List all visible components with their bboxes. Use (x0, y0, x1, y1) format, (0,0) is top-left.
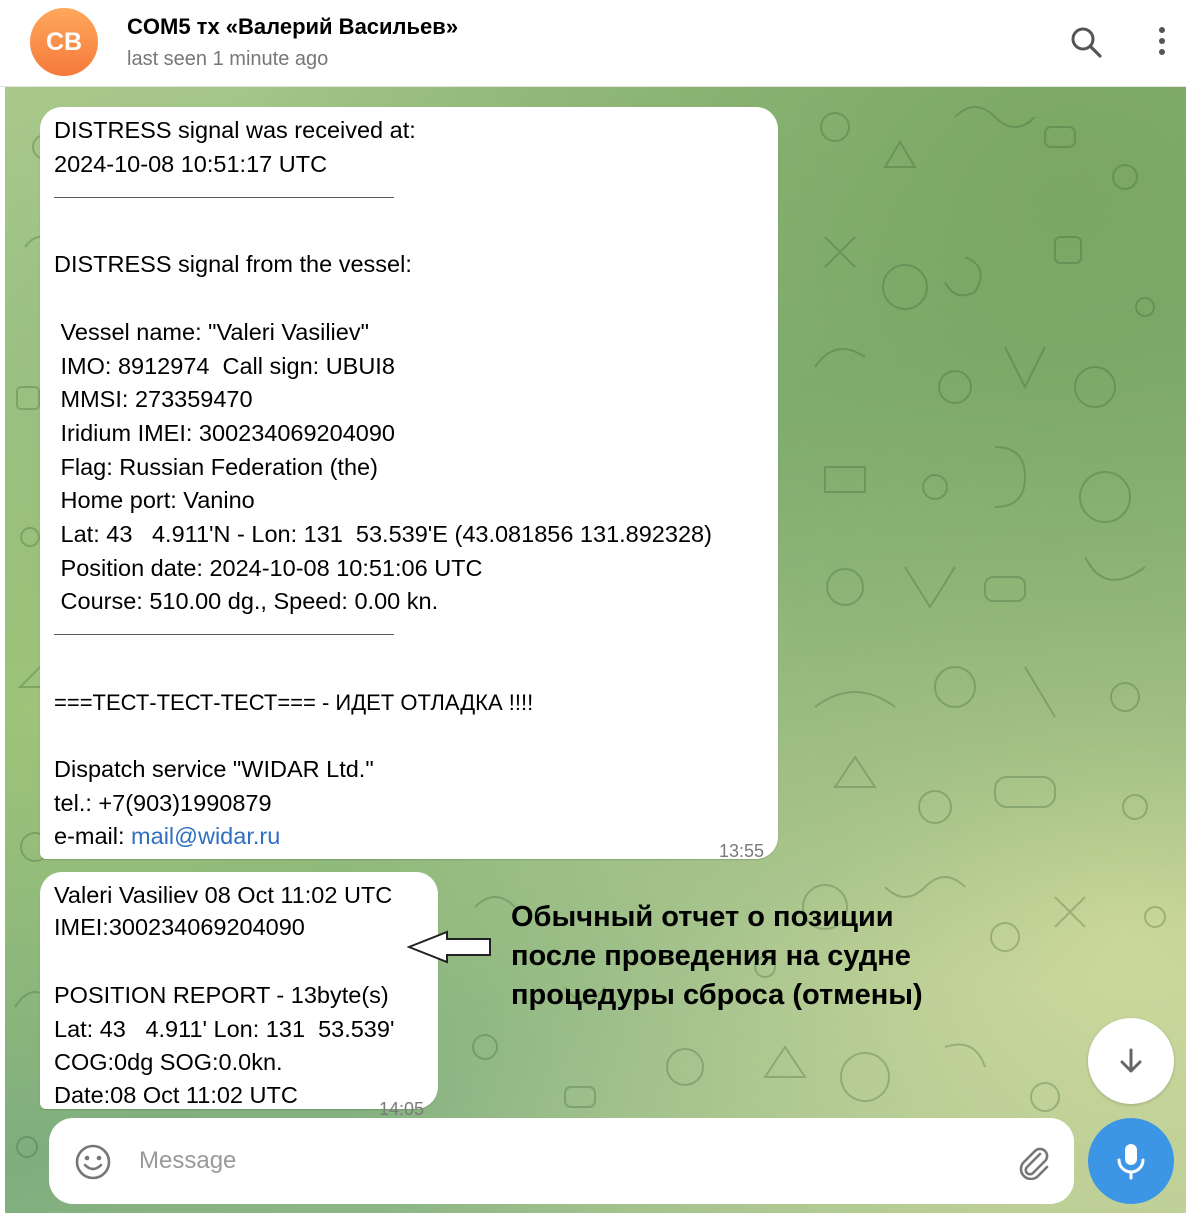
email-link[interactable]: mail@widar.ru (131, 823, 280, 849)
more-vertical-icon[interactable] (1152, 24, 1172, 65)
annotation-line: после проведения на судне (511, 940, 911, 972)
left-arrow-icon (407, 930, 491, 964)
separator-line (54, 197, 394, 199)
message-bubble[interactable]: Valeri Vasiliev 08 Oct 11:02 UTC IMEI:30… (40, 872, 438, 1119)
emoji-icon[interactable] (74, 1143, 112, 1186)
message-line: POSITION REPORT - 13byte(s) (54, 982, 389, 1008)
annotation-text: Обычный отчет о позиции после проведения… (511, 898, 923, 1015)
separator-line (54, 634, 394, 636)
message-line: Course: 510.00 dg., Speed: 0.00 kn. (54, 588, 439, 614)
paperclip-icon[interactable] (1016, 1144, 1050, 1185)
last-seen-status: last seen 1 minute ago (127, 48, 329, 70)
message-line: DISTRESS signal from the vessel: (54, 251, 412, 277)
message-line: Lat: 43 4.911'N - Lon: 131 53.539'E (43.… (54, 521, 712, 547)
message-line: MMSI: 273359470 (54, 386, 253, 412)
message-line: Valeri Vasiliev 08 Oct 11:02 UTC (54, 882, 393, 908)
avatar[interactable]: СВ (30, 8, 98, 76)
chat-title[interactable]: COM5 тх «Валерий Васильев» (127, 14, 458, 40)
voice-record-button[interactable] (1088, 1118, 1174, 1204)
message-line: Lat: 43 4.911' Lon: 131 53.539' (54, 1016, 395, 1042)
message-line: e-mail: mail@widar.ru (54, 820, 280, 854)
message-line: IMEI:300234069204090 (54, 914, 305, 940)
message-line: tel.: +7(903)1990879 (54, 790, 272, 816)
email-label: e-mail: (54, 823, 132, 849)
scroll-down-button[interactable] (1088, 1018, 1174, 1104)
message-line: Vessel name: "Valeri Vasiliev" (54, 319, 369, 345)
message-time: 13:55 (719, 841, 765, 861)
arrow-down-icon (1120, 1048, 1142, 1073)
message-line: COG:0dg SOG:0.0kn. (54, 1049, 283, 1075)
chat-header: СВ COM5 тх «Валерий Васильев» last seen … (0, 0, 1186, 87)
message-line: Flag: Russian Federation (the) (54, 454, 378, 480)
annotation-line: Обычный отчет о позиции (511, 901, 894, 933)
message-input[interactable] (137, 1140, 921, 1182)
message-line: DISTRESS signal was received at: (54, 117, 416, 143)
message-line: 2024-10-08 10:51:17 UTC (54, 151, 328, 177)
message-line: Dispatch service "WIDAR Ltd." (54, 756, 374, 782)
message-line: Home port: Vanino (54, 487, 255, 513)
message-bubble[interactable]: DISTRESS signal was received at: 2024-10… (40, 107, 778, 861)
message-line: Position date: 2024-10-08 10:51:06 UTC (54, 555, 483, 581)
message-line: Date:08 Oct 11:02 UTC (54, 1082, 298, 1108)
microphone-icon (1117, 1144, 1145, 1180)
search-icon[interactable] (1068, 24, 1104, 65)
message-line: IMO: 8912974 Call sign: UBUI8 (54, 353, 395, 379)
message-composer (49, 1118, 1074, 1204)
message-line: ===ТЕСТ-ТЕСТ-ТЕСТ=== - ИДЕТ ОТЛАДКА !!!! (54, 690, 534, 715)
chat-area[interactable]: DISTRESS signal was received at: 2024-10… (5, 87, 1186, 1213)
message-line: Iridium IMEI: 300234069204090 (54, 420, 395, 446)
annotation-line: процедуры сброса (отмены) (511, 979, 923, 1011)
